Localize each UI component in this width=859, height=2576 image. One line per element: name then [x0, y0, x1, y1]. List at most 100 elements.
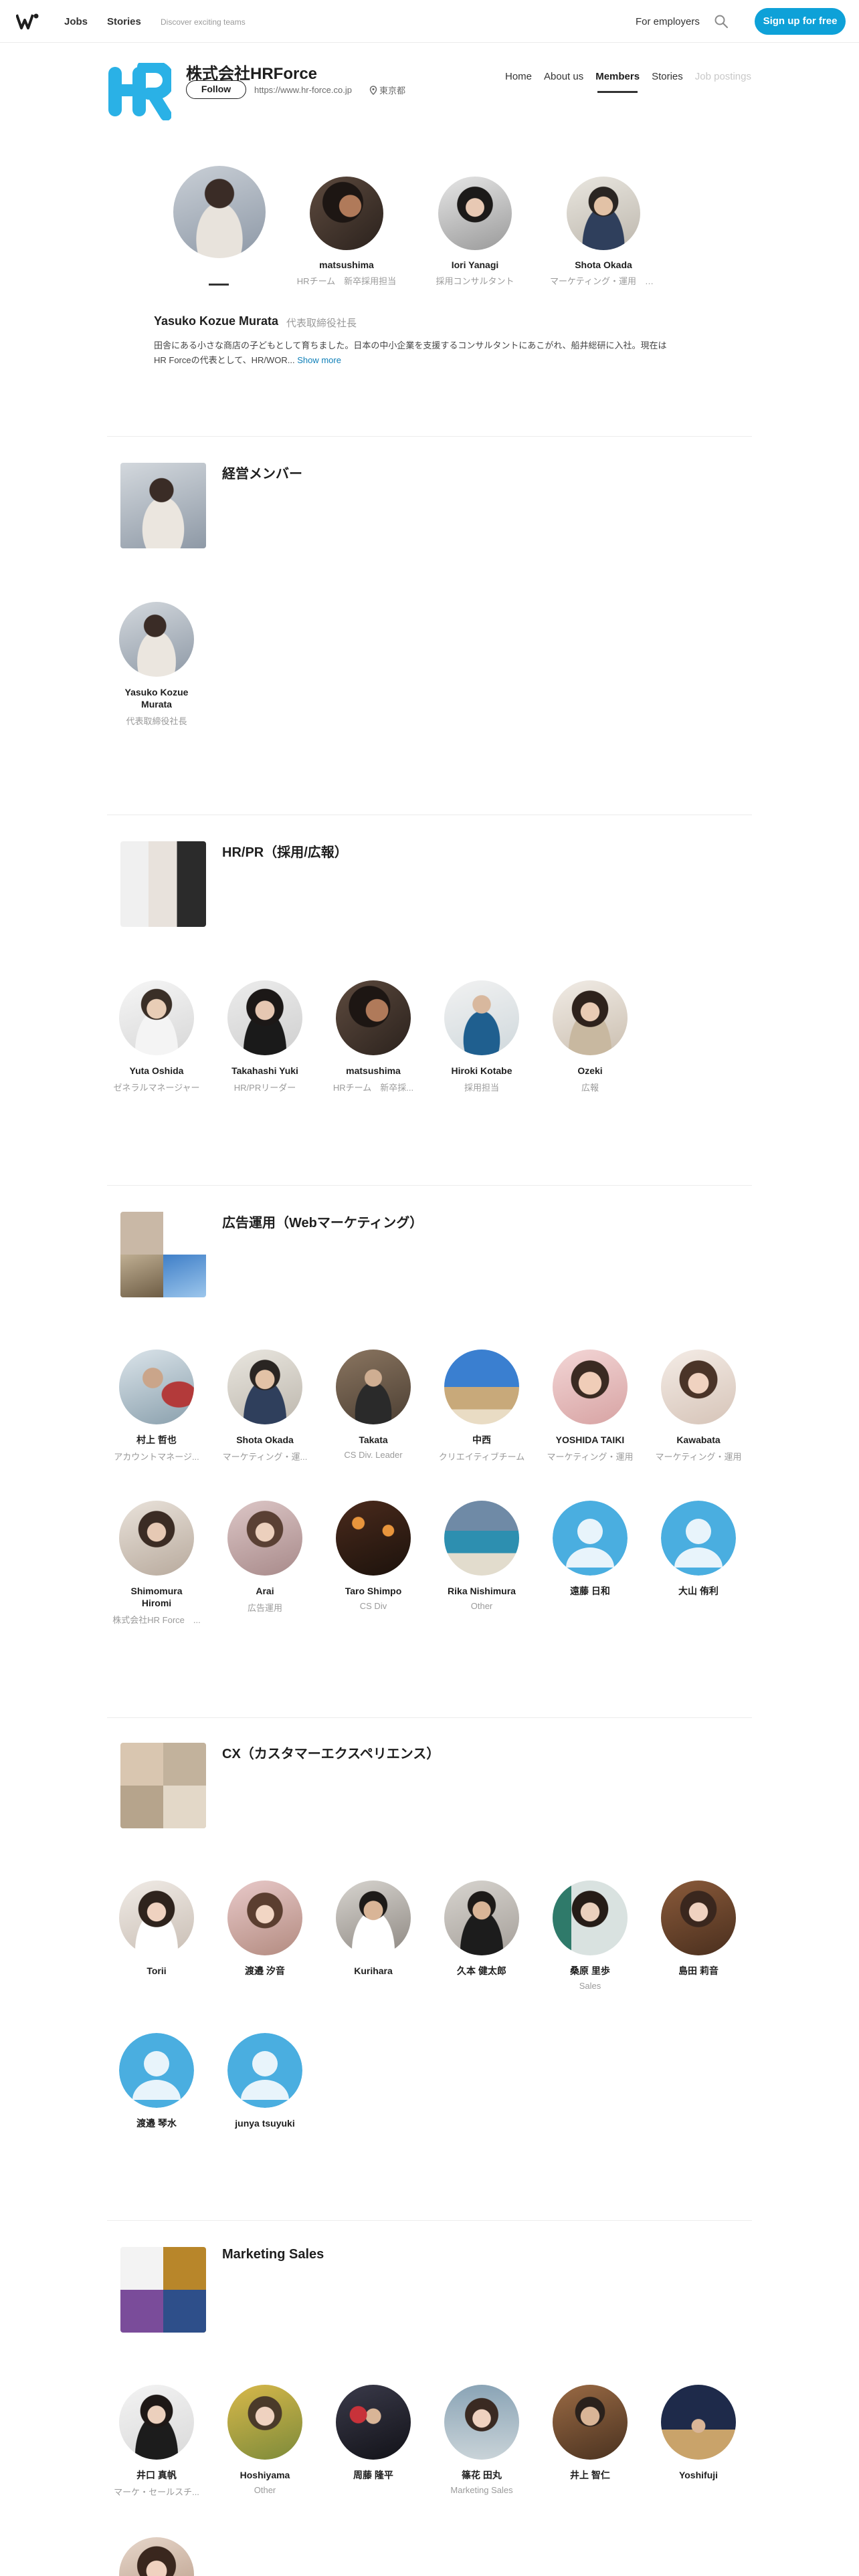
avatar	[444, 1881, 519, 1955]
follow-button[interactable]: Follow	[186, 80, 246, 99]
member-card[interactable]: Torii	[103, 1881, 210, 1977]
leader-bio: 田舎にある小さな商店の子どもとして育ちました。日本の中小企業を支援するコンサルタ…	[154, 338, 669, 368]
member-card[interactable]: Hiroki Kotabe 採用担当	[428, 980, 535, 1093]
member-card[interactable]: 渡邉 琴水	[103, 2033, 210, 2129]
avatar	[227, 980, 302, 1055]
avatar	[119, 2537, 194, 2576]
featured-member-selected[interactable]	[166, 166, 273, 258]
member-card[interactable]: Rika Nishimura Other	[428, 1501, 535, 1611]
avatar	[119, 2385, 194, 2460]
member-card[interactable]: Kawabata マーケティング・運用	[645, 1350, 752, 1463]
member-card[interactable]: 大山 侑利	[645, 1501, 752, 1597]
member-name: Hoshiyama	[240, 2470, 290, 2480]
section-cover-image	[120, 2247, 206, 2333]
member-name: junya tsuyuki	[235, 2118, 295, 2129]
avatar	[553, 1881, 628, 1955]
member-card[interactable]: 井上 智仁	[537, 2385, 644, 2481]
section-divider	[107, 436, 752, 437]
member-card[interactable]: Yoshifuji	[645, 2385, 752, 2481]
tab-stories[interactable]: Stories	[646, 71, 689, 95]
company-tabs: Home About us Members Stories Job postin…	[499, 71, 757, 95]
member-name: 遠藤 日和	[570, 1586, 610, 1596]
signup-button[interactable]: Sign up for free	[755, 8, 846, 35]
member-role: CS Div. Leader	[344, 1450, 403, 1460]
member-card[interactable]: Yuta Oshida ゼネラルマネージャー	[103, 980, 210, 1093]
tab-home[interactable]: Home	[499, 71, 538, 95]
member-card[interactable]: YOSHIDA TAIKI マーケティング・運用	[537, 1350, 644, 1463]
company-logo[interactable]	[107, 63, 171, 120]
wantedly-logo[interactable]	[16, 12, 39, 31]
avatar	[567, 177, 640, 250]
member-role: 広告運用	[247, 1603, 282, 1613]
member-card[interactable]	[103, 2537, 210, 2576]
tab-members[interactable]: Members	[589, 71, 646, 95]
member-card[interactable]: Arai 広告運用	[211, 1501, 318, 1614]
member-card[interactable]: 桑原 里歩 Sales	[537, 1881, 644, 1991]
member-card[interactable]: Shimomura Hiromi 株式会社HR Force ...	[103, 1501, 210, 1626]
member-card[interactable]: Yasuko Kozue Murata 代表取締役社長	[103, 602, 210, 727]
member-card[interactable]: 篠花 田丸 Marketing Sales	[428, 2385, 535, 2495]
location-pin-icon	[369, 85, 377, 95]
member-role: HR/PRリーダー	[233, 1083, 296, 1093]
member-name: 久本 健太郎	[457, 1965, 506, 1976]
member-name: Shota Okada	[236, 1434, 294, 1445]
member-role: マーケティング・運用	[547, 1452, 634, 1462]
member-role: マーケティング・運...	[222, 1452, 308, 1462]
member-card[interactable]: Takata CS Div. Leader	[320, 1350, 427, 1460]
member-role: Marketing Sales	[450, 2485, 513, 2495]
member-role: 広報	[581, 1083, 599, 1093]
member-role: 代表取締役社長	[126, 716, 187, 726]
avatar	[444, 1501, 519, 1576]
member-role: アカウントマネージ...	[114, 1452, 199, 1462]
avatar	[119, 1881, 194, 1955]
featured-member[interactable]: Shota Okada マーケティング・運用 マ...	[550, 166, 657, 287]
member-name: Yoshifuji	[678, 2470, 719, 2480]
member-card[interactable]: 久本 健太郎	[428, 1881, 535, 1977]
member-role: マーケティング・運用 マ...	[550, 276, 657, 286]
member-card[interactable]: 井口 真帆 マーケ・セールスチ...	[103, 2385, 210, 2498]
member-card[interactable]: 遠藤 日和	[537, 1501, 644, 1597]
top-navigation: Jobs Stories Discover exciting teams For…	[0, 0, 859, 43]
featured-member[interactable]: matsushima HRチーム 新卒採用担当	[293, 166, 400, 287]
member-name: 篠花 田丸	[462, 2470, 502, 2480]
avatar	[553, 1350, 628, 1424]
show-more-link[interactable]: Show more	[297, 355, 341, 365]
company-url-link[interactable]: https://www.hr-force.co.jp	[254, 85, 352, 95]
section-divider	[107, 1185, 752, 1186]
avatar	[661, 2385, 736, 2460]
default-avatar-icon	[119, 2033, 194, 2108]
member-card[interactable]: Taro Shimpo CS Div	[320, 1501, 427, 1611]
member-role: HRチーム 新卒採...	[332, 1083, 414, 1093]
section-title: 経営メンバー	[222, 467, 302, 481]
member-card[interactable]: Kurihara	[320, 1881, 427, 1977]
for-employers-link[interactable]: For employers	[636, 16, 700, 27]
location-text: 東京都	[379, 86, 406, 96]
nav-stories-link[interactable]: Stories	[107, 16, 141, 27]
member-name: 大山 侑利	[678, 1586, 719, 1596]
featured-member[interactable]: Iori Yanagi 採用コンサルタント	[421, 166, 529, 287]
section-title: CX（カスタマーエクスペリエンス）	[222, 1747, 440, 1761]
member-card[interactable]: 村上 哲也 アカウントマネージ...	[103, 1350, 210, 1463]
member-role: マーケ・セールスチ...	[114, 2487, 199, 2497]
member-card[interactable]: Ozeki 広報	[537, 980, 644, 1093]
member-card[interactable]: 中西 クリエイティブチーム	[428, 1350, 535, 1463]
search-icon[interactable]	[713, 13, 729, 29]
member-role: Sales	[579, 1981, 601, 1991]
member-card[interactable]: Takahashi Yuki HR/PRリーダー	[211, 980, 318, 1093]
leader-bio-text: 田舎にある小さな商店の子どもとして育ちました。日本の中小企業を支援するコンサルタ…	[154, 340, 667, 365]
tab-job-postings[interactable]: Job postings	[689, 71, 757, 95]
avatar	[553, 980, 628, 1055]
member-card[interactable]: Hoshiyama Other	[211, 2385, 318, 2495]
member-card[interactable]: 渡邉 汐音	[211, 1881, 318, 1977]
member-card[interactable]: 島田 莉音	[645, 1881, 752, 1977]
member-role: 採用コンサルタント	[436, 276, 514, 286]
member-name: Hiroki Kotabe	[451, 1065, 512, 1076]
avatar	[336, 1501, 411, 1576]
member-card[interactable]: matsushima HRチーム 新卒採...	[320, 980, 427, 1093]
leader-name: Yasuko Kozue Murata	[154, 314, 279, 328]
member-card[interactable]: Shota Okada マーケティング・運...	[211, 1350, 318, 1463]
member-card[interactable]: 周藤 隆平	[320, 2385, 427, 2481]
tab-about-us[interactable]: About us	[538, 71, 589, 95]
nav-jobs-link[interactable]: Jobs	[64, 16, 88, 27]
member-card[interactable]: junya tsuyuki	[211, 2033, 318, 2129]
